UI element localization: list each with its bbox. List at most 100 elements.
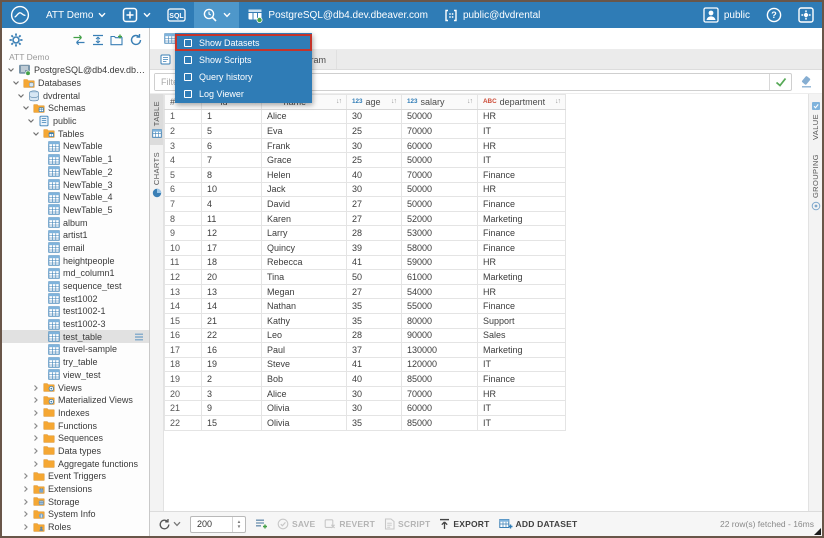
cell-department[interactable]: Finance [478, 299, 566, 314]
cell-id[interactable]: 14 [202, 299, 262, 314]
cell-department[interactable]: HR [478, 138, 566, 153]
cell-salary[interactable]: 61000 [402, 270, 478, 285]
tree-item-dvdrental[interactable]: dvdrental [2, 89, 149, 102]
cell-age[interactable]: 30 [347, 401, 402, 416]
tree-item-functions[interactable]: Functions [2, 419, 149, 432]
cell-department[interactable]: Marketing [478, 211, 566, 226]
chevron-closed-icon[interactable] [31, 460, 40, 468]
cell-salary[interactable]: 59000 [402, 255, 478, 270]
tree-item-heightpeople[interactable]: heightpeople [2, 254, 149, 267]
cell-age[interactable]: 35 [347, 416, 402, 431]
cell-id[interactable]: 20 [202, 270, 262, 285]
cell-salary[interactable]: 53000 [402, 226, 478, 241]
cell-department[interactable]: IT [478, 401, 566, 416]
sort-toggle-icon[interactable]: ↓↑ [467, 98, 472, 105]
row-menu-icon[interactable] [134, 333, 144, 341]
cell-name[interactable]: David [262, 197, 347, 212]
apply-filter-button[interactable] [769, 74, 791, 90]
side-tab-grouping[interactable]: GROUPING [809, 147, 822, 218]
cell-id[interactable]: 9 [202, 401, 262, 416]
cell-department[interactable]: HR [478, 182, 566, 197]
cell-salary[interactable]: 50000 [402, 109, 478, 124]
cell-salary[interactable]: 120000 [402, 357, 478, 372]
row-number[interactable]: 16 [165, 328, 202, 343]
cell-department[interactable]: IT [478, 357, 566, 372]
cell-age[interactable]: 30 [347, 182, 402, 197]
tree-item-travel-sample[interactable]: travel-sample [2, 343, 149, 356]
cell-salary[interactable]: 85000 [402, 416, 478, 431]
cell-id[interactable]: 18 [202, 255, 262, 270]
tree-item-newtable-2[interactable]: NewTable_2 [2, 166, 149, 179]
row-number[interactable]: 1 [165, 109, 202, 124]
spinner-steppers[interactable]: ▲▼ [232, 517, 245, 532]
collapse-all-icon[interactable] [92, 34, 104, 46]
sql-editor-button[interactable]: SQL [159, 2, 194, 28]
cell-department[interactable]: HR [478, 284, 566, 299]
column-header-age[interactable]: 123age↓↑ [347, 95, 402, 110]
tree-item-view-test[interactable]: view_test [2, 369, 149, 382]
cell-id[interactable]: 17 [202, 240, 262, 255]
sort-toggle-icon[interactable]: ↓↑ [555, 98, 560, 105]
cell-age[interactable]: 41 [347, 255, 402, 270]
tree-item-newtable-3[interactable]: NewTable_3 [2, 178, 149, 191]
cell-id[interactable]: 5 [202, 124, 262, 139]
tree-item-email[interactable]: email [2, 242, 149, 255]
cell-department[interactable]: HR [478, 386, 566, 401]
cell-salary[interactable]: 60000 [402, 138, 478, 153]
cell-age[interactable]: 41 [347, 357, 402, 372]
tree-item-try-table[interactable]: try_table [2, 356, 149, 369]
row-number[interactable]: 11 [165, 255, 202, 270]
cell-name[interactable]: Helen [262, 167, 347, 182]
cell-department[interactable]: Finance [478, 167, 566, 182]
cell-department[interactable]: IT [478, 416, 566, 431]
cell-age[interactable]: 50 [347, 270, 402, 285]
cell-age[interactable]: 40 [347, 167, 402, 182]
cell-id[interactable]: 8 [202, 167, 262, 182]
cell-id[interactable]: 15 [202, 416, 262, 431]
refresh-button[interactable] [158, 518, 181, 531]
cell-name[interactable]: Leo [262, 328, 347, 343]
cell-department[interactable]: HR [478, 109, 566, 124]
refresh-tree-icon[interactable] [129, 33, 143, 47]
chevron-closed-icon[interactable] [31, 447, 40, 455]
cell-salary[interactable]: 90000 [402, 328, 478, 343]
chevron-closed-icon[interactable] [31, 434, 40, 442]
chevron-closed-icon[interactable] [21, 523, 30, 531]
row-number[interactable]: 18 [165, 357, 202, 372]
row-number[interactable]: 3 [165, 138, 202, 153]
cell-salary[interactable]: 130000 [402, 343, 478, 358]
sort-toggle-icon[interactable]: ↓↑ [391, 98, 396, 105]
edit-table-button[interactable] [255, 518, 268, 530]
cell-name[interactable]: Alice [262, 109, 347, 124]
menu-item-log-viewer[interactable]: Log Viewer [175, 85, 312, 102]
new-folder-icon[interactable] [110, 34, 123, 46]
chevron-closed-icon[interactable] [21, 510, 30, 518]
tree-item-newtable[interactable]: NewTable [2, 140, 149, 153]
cell-department[interactable]: Finance [478, 240, 566, 255]
chevron-closed-icon[interactable] [21, 498, 30, 506]
row-number[interactable]: 9 [165, 226, 202, 241]
cell-salary[interactable]: 52000 [402, 211, 478, 226]
tree-item-roles[interactable]: Roles [2, 521, 149, 534]
cell-department[interactable]: IT [478, 153, 566, 168]
cell-id[interactable]: 22 [202, 328, 262, 343]
row-number[interactable]: 10 [165, 240, 202, 255]
tree-item-artist1[interactable]: artist1 [2, 229, 149, 242]
chevron-closed-icon[interactable] [31, 384, 40, 392]
navigator-settings-icon[interactable] [8, 32, 24, 48]
cell-salary[interactable]: 70000 [402, 167, 478, 182]
cell-age[interactable]: 30 [347, 386, 402, 401]
cell-department[interactable]: Finance [478, 197, 566, 212]
tree-item-test1002-3[interactable]: test1002-3 [2, 318, 149, 331]
cell-age[interactable]: 39 [347, 240, 402, 255]
tree-item-schemas[interactable]: Schemas [2, 102, 149, 115]
cell-name[interactable]: Tina [262, 270, 347, 285]
chevron-closed-icon[interactable] [31, 396, 40, 404]
tree-item-extensions[interactable]: Extensions [2, 483, 149, 496]
cell-name[interactable]: Steve [262, 357, 347, 372]
connection-selector[interactable]: PostgreSQL@db4.dev.dbeaver.com [239, 2, 436, 28]
cell-salary[interactable]: 85000 [402, 372, 478, 387]
tree-item-test1002-1[interactable]: test1002-1 [2, 305, 149, 318]
tree-item-public[interactable]: public [2, 115, 149, 128]
cell-age[interactable]: 28 [347, 328, 402, 343]
